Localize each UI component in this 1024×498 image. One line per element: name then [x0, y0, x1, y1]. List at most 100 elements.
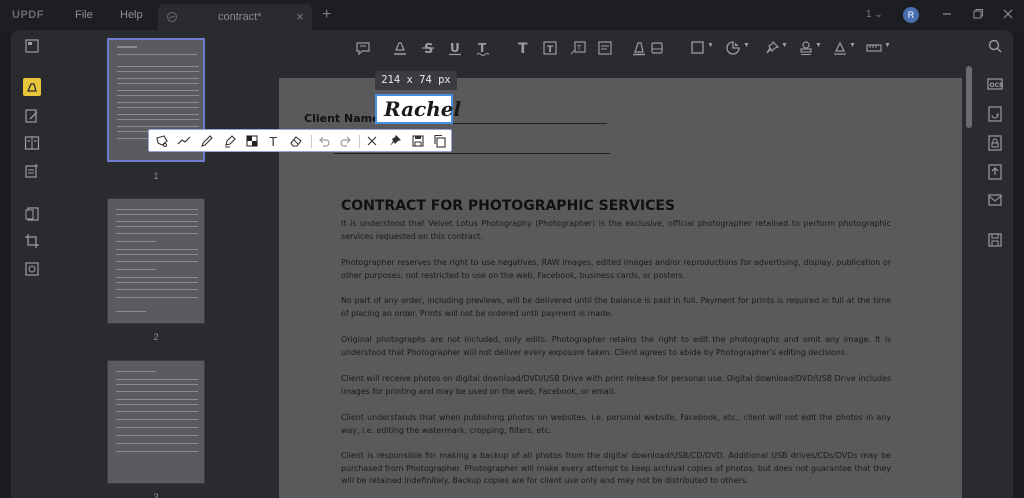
vertical-scrollbar[interactable]: [966, 66, 972, 128]
convert-icon[interactable]: [987, 106, 1003, 122]
svg-text:OCR: OCR: [990, 82, 1004, 89]
window-count-dropdown[interactable]: 1 ⌄: [866, 9, 883, 20]
annotation-context-toolbar: T: [148, 129, 452, 152]
ocr-icon[interactable]: OCR: [987, 76, 1003, 92]
email-icon[interactable]: [987, 192, 1003, 208]
signature-line: [334, 153, 610, 154]
client-name-label: Client Name:: [304, 112, 384, 125]
copy-icon[interactable]: [433, 134, 447, 148]
stamp-dropdown-arrow[interactable]: ▼: [815, 42, 822, 49]
squiggly-icon[interactable]: T: [475, 40, 491, 56]
new-tab-button[interactable]: +: [322, 6, 331, 24]
toolbar-separator: [359, 135, 360, 148]
paragraph: It is understood that Velvet Lotus Photo…: [341, 219, 891, 241]
signature-text: Rachel: [384, 97, 462, 121]
shape-dropdown-arrow[interactable]: ▼: [707, 42, 714, 49]
close-icon[interactable]: ×: [296, 9, 304, 24]
svg-text:T: T: [547, 45, 554, 55]
thumbnail-page-number: 1: [153, 171, 159, 181]
tab-title: contract*: [218, 11, 262, 23]
undo-icon[interactable]: [317, 134, 331, 148]
stamp-icon[interactable]: [798, 40, 814, 56]
pencil-icon[interactable]: [631, 40, 647, 56]
form-icon[interactable]: [24, 135, 40, 151]
contract-title: CONTRACT FOR PHOTOGRAPHIC SERVICES: [341, 198, 676, 214]
thumbnail-panel-icon[interactable]: [24, 38, 40, 54]
protect-icon[interactable]: [987, 135, 1003, 151]
svg-text:T: T: [518, 41, 528, 56]
signature-dropdown-arrow[interactable]: ▼: [849, 42, 856, 49]
signature-annotation[interactable]: Rachel: [375, 94, 461, 124]
thumbnail-page-2[interactable]: [107, 198, 205, 324]
sticker-dropdown-arrow[interactable]: ▼: [743, 42, 750, 49]
avatar[interactable]: R: [903, 7, 919, 23]
eraser-icon[interactable]: [649, 40, 665, 56]
size-tooltip: 214 x 74 px: [375, 71, 457, 90]
svg-text:U: U: [450, 41, 460, 55]
save-annotation-icon[interactable]: [411, 134, 425, 148]
signature-icon[interactable]: [832, 40, 848, 56]
freehand-icon[interactable]: [177, 134, 191, 148]
save-icon[interactable]: [987, 232, 1003, 248]
watermark-icon[interactable]: [24, 261, 40, 277]
cloud-icon: [167, 12, 177, 22]
annotation-eraser-icon[interactable]: [289, 134, 303, 148]
pen-icon[interactable]: [200, 134, 214, 148]
strikethrough-icon[interactable]: S: [420, 40, 436, 56]
crop-icon[interactable]: [24, 233, 40, 249]
shape-icon[interactable]: [690, 40, 706, 56]
color-swatch-icon[interactable]: [245, 134, 259, 148]
paragraph: Client understands that when publishing …: [341, 413, 891, 435]
toolbar-separator: [311, 135, 312, 148]
paragraph: Client is responsible for making a backu…: [341, 451, 891, 486]
svg-text:T: T: [478, 41, 487, 55]
page-tools-icon[interactable]: [24, 206, 40, 222]
right-tool-rail: OCR: [976, 30, 1013, 498]
cancel-icon[interactable]: [365, 134, 379, 148]
app-logo: UPDF: [12, 9, 44, 21]
svg-text:S: S: [424, 42, 433, 56]
edit-pdf-icon[interactable]: [24, 108, 40, 124]
text-tool-icon[interactable]: T: [267, 134, 281, 148]
text-icon[interactable]: T: [515, 40, 531, 56]
sticky-note-icon[interactable]: [597, 40, 613, 56]
highlight-icon[interactable]: [392, 40, 408, 56]
thumbnail-panel: 1 2 3: [51, 30, 273, 498]
thumbnail-page-number: 2: [153, 332, 159, 342]
underline-icon[interactable]: U: [447, 40, 463, 56]
restore-icon[interactable]: [971, 7, 985, 21]
paragraph: Original photographs are not included, o…: [341, 335, 891, 357]
svg-text:T: T: [269, 135, 278, 148]
organize-pages-icon[interactable]: [24, 163, 40, 179]
left-tool-rail: [11, 30, 51, 498]
note-icon[interactable]: [355, 40, 371, 56]
minimize-icon[interactable]: [940, 7, 954, 21]
menu-file[interactable]: File: [75, 9, 93, 21]
measure-dropdown-arrow[interactable]: ▼: [884, 42, 891, 49]
text-callout-icon[interactable]: T: [570, 40, 586, 56]
lasso-icon[interactable]: [155, 134, 169, 148]
paragraph: Photographer reserves the right to use n…: [341, 258, 891, 280]
marker-icon[interactable]: [223, 134, 237, 148]
comment-toolbar: S U T T T T ▼ ▼ ▼ ▼ ▼ ▼: [273, 30, 969, 66]
paragraph: Client will receive photos on digital do…: [341, 374, 891, 396]
thumbnail-page-number: 3: [153, 492, 159, 498]
close-window-icon[interactable]: [1001, 7, 1015, 21]
document-tab[interactable]: contract* ×: [158, 4, 312, 30]
paragraph: No part of any order, including previews…: [341, 296, 891, 318]
search-icon[interactable]: [987, 38, 1003, 54]
menu-help[interactable]: Help: [120, 9, 143, 21]
sticker-icon[interactable]: [725, 40, 741, 56]
highlighter-icon: [27, 83, 37, 92]
pin-dropdown-arrow[interactable]: ▼: [781, 42, 788, 49]
pin-icon[interactable]: [764, 40, 780, 56]
svg-text:T: T: [576, 44, 582, 52]
comment-mode-button[interactable]: [23, 78, 41, 96]
pin-annotation-icon[interactable]: [388, 134, 402, 148]
text-box-icon[interactable]: T: [542, 40, 558, 56]
title-bar: UPDF File Help contract* × + 1 ⌄ R: [0, 0, 1024, 30]
measure-icon[interactable]: [866, 40, 882, 56]
thumbnail-page-3[interactable]: [107, 360, 205, 484]
share-icon[interactable]: [987, 164, 1003, 180]
redo-icon[interactable]: [339, 134, 353, 148]
